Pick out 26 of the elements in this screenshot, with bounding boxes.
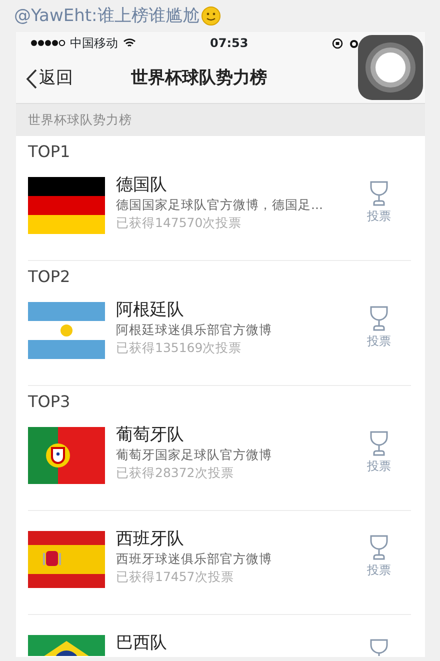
team-description: 西班牙球迷俱乐部官方微博 bbox=[116, 550, 273, 568]
rank-label: TOP1 bbox=[28, 141, 72, 163]
page-title: 世界杯球队势力榜 bbox=[131, 66, 267, 90]
team-name: 阿根廷队 bbox=[116, 299, 185, 321]
team-name: 葡萄牙队 bbox=[116, 424, 185, 446]
rank-label: TOP3 bbox=[28, 391, 72, 413]
vote-count: 已获得17457次投票 bbox=[116, 568, 235, 586]
back-button[interactable]: 返回 bbox=[16, 66, 73, 92]
vote-button[interactable]: 投票 bbox=[359, 306, 399, 350]
status-time: 07:53 bbox=[210, 35, 248, 52]
team-name: 西班牙队 bbox=[116, 528, 185, 550]
team-description: 德国国家足球队官方微博，德国足... bbox=[116, 196, 324, 214]
team-description: 葡萄牙国家足球队官方微博 bbox=[116, 446, 273, 464]
vote-count: 已获得135169次投票 bbox=[116, 339, 243, 357]
team-name: 德国队 bbox=[116, 174, 168, 196]
vote-count: 已获得147570次投票 bbox=[116, 214, 243, 232]
vote-button[interactable]: 投票 bbox=[359, 431, 399, 475]
team-description: 阿根廷球迷俱乐部官方微博 bbox=[116, 321, 273, 339]
team-name: 巴西队 bbox=[116, 632, 168, 654]
vote-count: 已获得28372次投票 bbox=[116, 464, 235, 482]
section-header: 世界杯球队势力榜 bbox=[16, 104, 425, 136]
rank-label: TOP2 bbox=[28, 266, 72, 288]
carrier-name: 中国移动 bbox=[70, 35, 118, 52]
vote-button[interactable]: 投票 bbox=[359, 181, 399, 225]
caption-text: @YawEht:谁上榜谁尴尬 bbox=[14, 5, 200, 28]
vote-button[interactable]: 投票 bbox=[359, 535, 399, 579]
